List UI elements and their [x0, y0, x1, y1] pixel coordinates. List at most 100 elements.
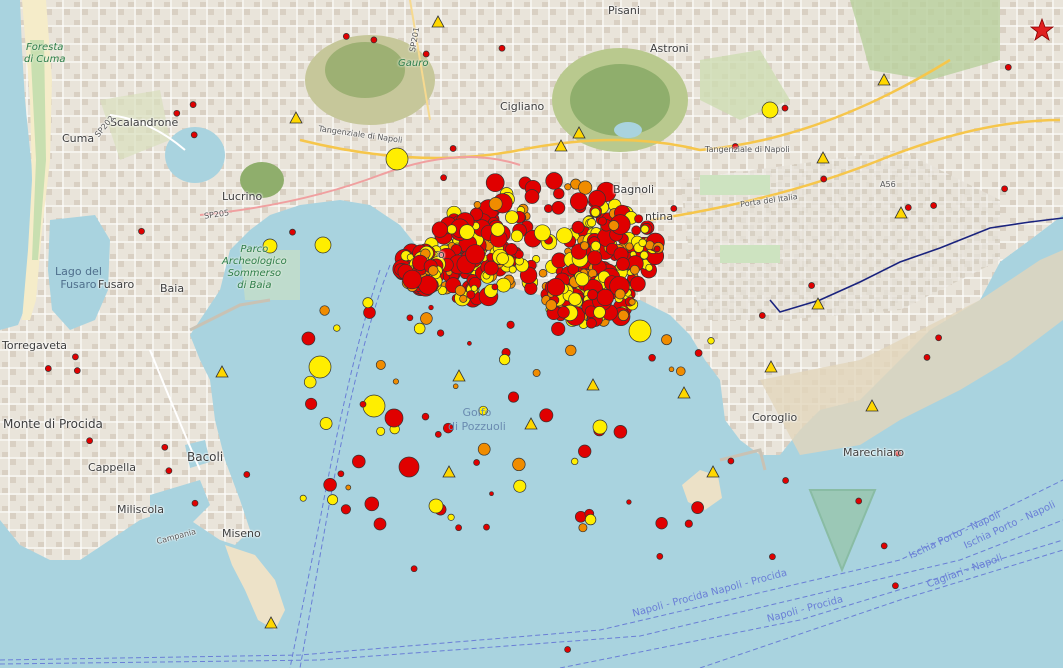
- earthquake-marker[interactable]: [923, 354, 931, 361]
- earthquake-marker[interactable]: [587, 250, 603, 266]
- seismic-station-marker[interactable]: [816, 151, 830, 164]
- earthquake-marker[interactable]: [551, 321, 566, 336]
- earthquake-marker[interactable]: [337, 470, 345, 478]
- seismic-station-marker[interactable]: [442, 465, 456, 478]
- earthquake-marker[interactable]: [546, 278, 566, 297]
- seismic-station-marker[interactable]: [554, 139, 568, 152]
- earthquake-marker[interactable]: [564, 646, 571, 653]
- earthquake-marker[interactable]: [761, 101, 779, 119]
- earthquake-marker[interactable]: [553, 187, 565, 200]
- earthquake-marker[interactable]: [402, 269, 422, 290]
- earthquake-marker[interactable]: [571, 220, 585, 234]
- earthquake-marker[interactable]: [597, 216, 607, 226]
- seismic-station-marker[interactable]: [811, 297, 825, 310]
- earthquake-marker[interactable]: [587, 289, 599, 301]
- earthquake-marker[interactable]: [608, 220, 620, 231]
- earthquake-marker[interactable]: [289, 228, 296, 236]
- earthquake-marker[interactable]: [498, 44, 506, 52]
- earthquake-marker[interactable]: [935, 334, 942, 342]
- earthquake-marker[interactable]: [305, 397, 318, 410]
- earthquake-marker[interactable]: [459, 224, 475, 240]
- earthquake-marker[interactable]: [648, 354, 656, 362]
- earthquake-marker[interactable]: [73, 367, 81, 374]
- earthquake-marker[interactable]: [376, 426, 386, 436]
- earthquake-marker[interactable]: [488, 197, 503, 211]
- earthquake-marker[interactable]: [165, 467, 173, 475]
- earthquake-marker[interactable]: [452, 383, 459, 390]
- earthquake-marker[interactable]: [327, 494, 339, 506]
- earthquake-marker[interactable]: [676, 366, 686, 376]
- seismic-station-marker[interactable]: [215, 365, 229, 378]
- earthquake-marker[interactable]: [243, 471, 251, 478]
- earthquake-marker[interactable]: [375, 359, 386, 370]
- earthquake-marker[interactable]: [655, 517, 668, 530]
- earthquake-marker[interactable]: [578, 180, 593, 195]
- earthquake-marker[interactable]: [782, 477, 789, 484]
- earthquake-marker[interactable]: [544, 204, 553, 213]
- earthquake-marker[interactable]: [616, 257, 630, 271]
- earthquake-marker[interactable]: [880, 542, 888, 550]
- earthquake-marker[interactable]: [626, 499, 632, 505]
- earthquake-marker[interactable]: [191, 499, 199, 507]
- earthquake-marker[interactable]: [584, 513, 597, 526]
- earthquake-marker[interactable]: [524, 281, 538, 295]
- earthquake-marker[interactable]: [557, 306, 570, 319]
- seismic-station-marker[interactable]: [289, 111, 303, 124]
- earthquake-marker[interactable]: [596, 288, 614, 307]
- earthquake-marker[interactable]: [373, 517, 387, 531]
- earthquake-marker[interactable]: [398, 456, 420, 478]
- earthquake-marker[interactable]: [668, 366, 675, 373]
- earthquake-marker[interactable]: [86, 437, 93, 445]
- earthquake-marker[interactable]: [707, 337, 715, 345]
- earthquake-marker[interactable]: [392, 378, 399, 385]
- earthquake-marker[interactable]: [628, 319, 652, 343]
- earthquake-marker[interactable]: [592, 419, 608, 435]
- earthquake-marker[interactable]: [406, 314, 414, 322]
- earthquake-marker[interactable]: [420, 312, 433, 325]
- earthquake-marker[interactable]: [352, 454, 366, 469]
- earthquake-marker[interactable]: [593, 306, 606, 319]
- seismic-station-marker[interactable]: [677, 386, 691, 399]
- earthquake-marker[interactable]: [467, 341, 472, 346]
- earthquake-marker[interactable]: [551, 200, 566, 215]
- earthquake-marker[interactable]: [781, 104, 789, 112]
- earthquake-marker[interactable]: [496, 252, 509, 265]
- earthquake-marker[interactable]: [447, 513, 455, 521]
- earthquake-marker[interactable]: [473, 459, 480, 466]
- seismic-station-marker[interactable]: [764, 360, 778, 373]
- earthquake-marker[interactable]: [314, 236, 332, 254]
- earthquake-marker[interactable]: [44, 365, 52, 372]
- earthquake-marker[interactable]: [427, 265, 439, 276]
- seismic-station-marker[interactable]: [877, 73, 891, 86]
- earthquake-marker[interactable]: [513, 479, 527, 493]
- earthquake-marker[interactable]: [431, 221, 449, 238]
- earthquake-marker[interactable]: [299, 494, 307, 502]
- seismic-station-marker[interactable]: [586, 378, 600, 391]
- earthquake-marker[interactable]: [434, 431, 442, 438]
- earthquake-marker[interactable]: [499, 354, 511, 366]
- earthquake-marker[interactable]: [565, 344, 577, 357]
- earthquake-marker[interactable]: [72, 353, 79, 361]
- earthquake-marker[interactable]: [580, 241, 590, 251]
- earthquake-marker[interactable]: [539, 408, 554, 423]
- red-star-icon[interactable]: [1030, 18, 1054, 42]
- earthquake-marker[interactable]: [1001, 185, 1008, 193]
- earthquake-marker[interactable]: [904, 204, 912, 211]
- earthquake-marker[interactable]: [505, 210, 519, 225]
- earthquake-marker[interactable]: [564, 183, 572, 191]
- earthquake-marker[interactable]: [930, 202, 937, 209]
- earthquake-marker[interactable]: [640, 224, 650, 234]
- earthquake-marker[interactable]: [625, 242, 634, 251]
- earthquake-marker[interactable]: [638, 238, 647, 247]
- earthquake-marker[interactable]: [161, 443, 169, 451]
- earthquake-marker[interactable]: [385, 147, 409, 171]
- earthquake-marker[interactable]: [333, 324, 341, 332]
- seismicity-map[interactable]: Pisani Astroni Cigliano Cuma Scalandrone…: [0, 0, 1063, 668]
- earthquake-marker[interactable]: [634, 214, 644, 224]
- earthquake-marker[interactable]: [512, 457, 526, 472]
- earthquake-marker[interactable]: [483, 523, 490, 531]
- earthquake-marker[interactable]: [578, 444, 592, 458]
- earthquake-marker[interactable]: [466, 290, 476, 300]
- earthquake-marker[interactable]: [590, 240, 601, 252]
- earthquake-marker[interactable]: [410, 565, 418, 573]
